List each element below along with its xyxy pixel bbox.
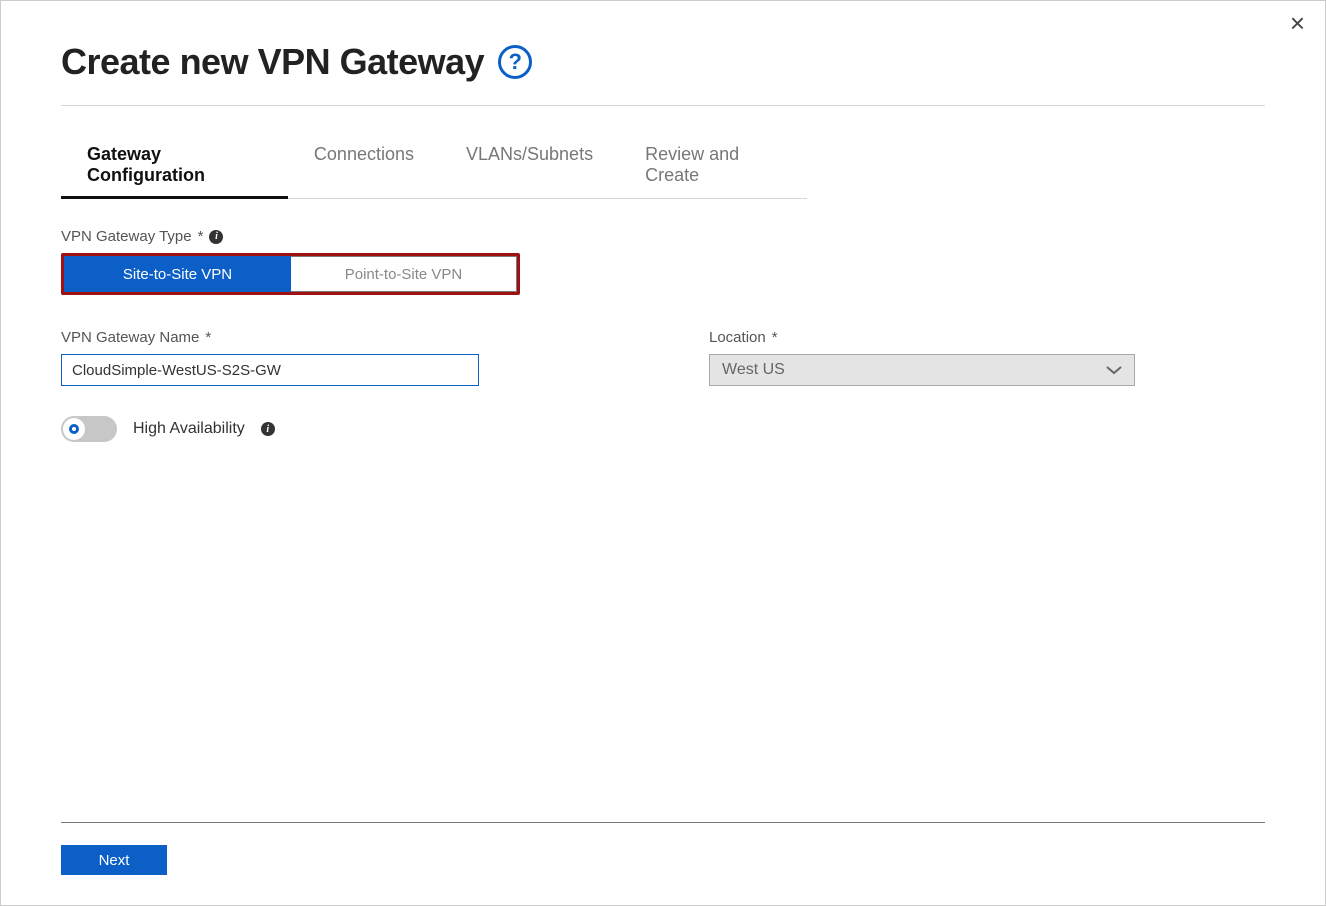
page-title: Create new VPN Gateway (61, 41, 484, 83)
tab-review-and-create[interactable]: Review and Create (619, 134, 807, 198)
close-icon[interactable]: × (1284, 9, 1311, 37)
high-availability-toggle[interactable] (61, 416, 117, 442)
location-label: Location * (709, 329, 1135, 346)
create-vpn-gateway-modal: × Create new VPN Gateway ? Gateway Confi… (0, 0, 1326, 906)
info-icon[interactable]: i (261, 422, 275, 436)
option-site-to-site-vpn[interactable]: Site-to-Site VPN (64, 256, 291, 292)
vpn-gateway-name-input[interactable] (61, 354, 479, 386)
tab-vlans-subnets[interactable]: VLANs/Subnets (440, 134, 619, 198)
required-asterisk: * (772, 329, 778, 346)
option-point-to-site-vpn[interactable]: Point-to-Site VPN (291, 256, 517, 292)
required-asterisk: * (205, 329, 211, 346)
label-text: VPN Gateway Name (61, 329, 199, 346)
high-availability-label: High Availability (133, 420, 245, 438)
vpn-gateway-name-label: VPN Gateway Name * (61, 329, 479, 346)
title-divider (61, 105, 1265, 106)
tab-gateway-configuration[interactable]: Gateway Configuration (61, 134, 288, 198)
vpn-gateway-type-label: VPN Gateway Type * i (61, 228, 1265, 245)
chevron-down-icon (1106, 365, 1122, 375)
info-icon[interactable]: i (209, 230, 223, 244)
required-asterisk: * (198, 228, 204, 245)
toggle-knob (63, 418, 85, 440)
label-text: Location (709, 329, 766, 346)
tab-connections[interactable]: Connections (288, 134, 440, 198)
vpn-gateway-type-selector: Site-to-Site VPN Point-to-Site VPN (61, 253, 520, 295)
next-button[interactable]: Next (61, 845, 167, 875)
toggle-knob-indicator-icon (69, 424, 79, 434)
location-selected-value: West US (722, 361, 785, 379)
wizard-tabs: Gateway Configuration Connections VLANs/… (61, 134, 1265, 200)
footer-divider (61, 822, 1265, 823)
location-select[interactable]: West US (709, 354, 1135, 386)
label-text: VPN Gateway Type (61, 228, 192, 245)
help-icon[interactable]: ? (498, 45, 532, 79)
modal-footer: Next (61, 822, 1265, 875)
